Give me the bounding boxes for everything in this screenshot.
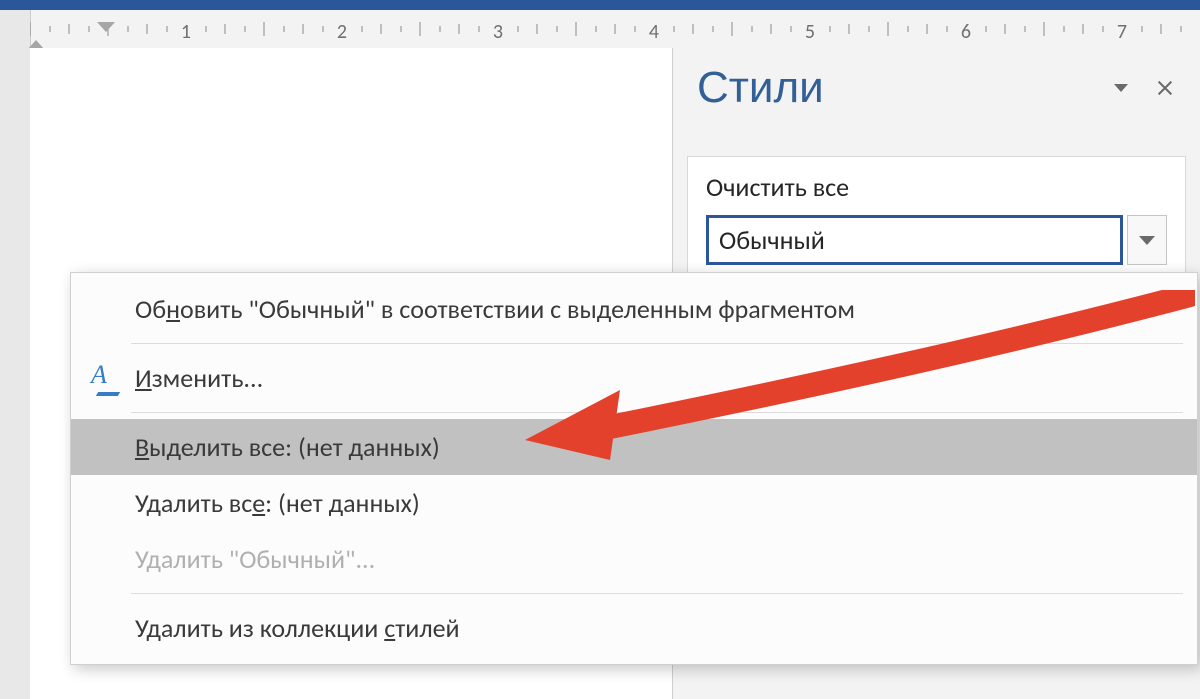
ruler-num: 3	[493, 20, 503, 44]
style-entry-normal[interactable]: Обычный	[698, 209, 1175, 271]
style-context-menu: Обновить "Обычный" в соответствии с выде…	[70, 272, 1198, 665]
menu-modify-style[interactable]: A Изменить...	[71, 350, 1197, 406]
styles-pane-title: Стили	[697, 63, 1094, 113]
menu-select-all-instances[interactable]: Выделить все: (нет данных)	[71, 419, 1197, 475]
styles-pane-close-button[interactable]	[1148, 71, 1182, 105]
menu-update-to-match-selection[interactable]: Обновить "Обычный" в соответствии с выде…	[71, 281, 1197, 337]
vertical-ruler-strip	[0, 48, 30, 699]
menu-separator	[131, 412, 1183, 413]
menu-remove-from-gallery[interactable]: Удалить из коллекции стилей	[71, 600, 1197, 656]
ruler-scale: 1 2 3 4 5 6 7	[30, 10, 1200, 48]
ruler-num: 4	[649, 20, 659, 44]
menu-remove-all-instances[interactable]: Удалить все: (нет данных)	[71, 475, 1197, 531]
menu-separator	[131, 343, 1183, 344]
styles-pane-header: Стили	[673, 48, 1200, 128]
menu-label: Выделить все: (нет данных)	[135, 431, 440, 463]
first-line-indent-marker[interactable]	[97, 22, 115, 32]
menu-label: Изменить...	[135, 362, 263, 394]
ruler-num: 2	[337, 20, 347, 44]
menu-label: Обновить "Обычный" в соответствии с выде…	[135, 293, 855, 325]
style-entry-clear-all[interactable]: Очистить все	[698, 165, 1175, 209]
style-selected-label[interactable]: Обычный	[706, 215, 1123, 265]
ribbon-edge	[0, 0, 1200, 10]
menu-separator	[131, 593, 1183, 594]
modify-style-icon: A	[91, 364, 119, 392]
ruler-num: 7	[1117, 20, 1127, 44]
menu-label: Удалить "Обычный"...	[135, 543, 375, 575]
ruler-num: 5	[805, 20, 815, 44]
menu-label: Удалить все: (нет данных)	[135, 487, 420, 519]
ruler-num: 6	[961, 20, 971, 44]
styles-pane-options-button[interactable]	[1104, 71, 1138, 105]
menu-label: Удалить из коллекции стилей	[135, 612, 460, 644]
menu-delete-style: Удалить "Обычный"...	[71, 531, 1197, 587]
style-dropdown-button[interactable]	[1127, 215, 1167, 265]
ruler-num: 1	[181, 20, 191, 44]
horizontal-ruler[interactable]: 1 2 3 4 5 6 7	[0, 10, 1200, 49]
styles-list: Очистить все Обычный	[687, 156, 1186, 288]
